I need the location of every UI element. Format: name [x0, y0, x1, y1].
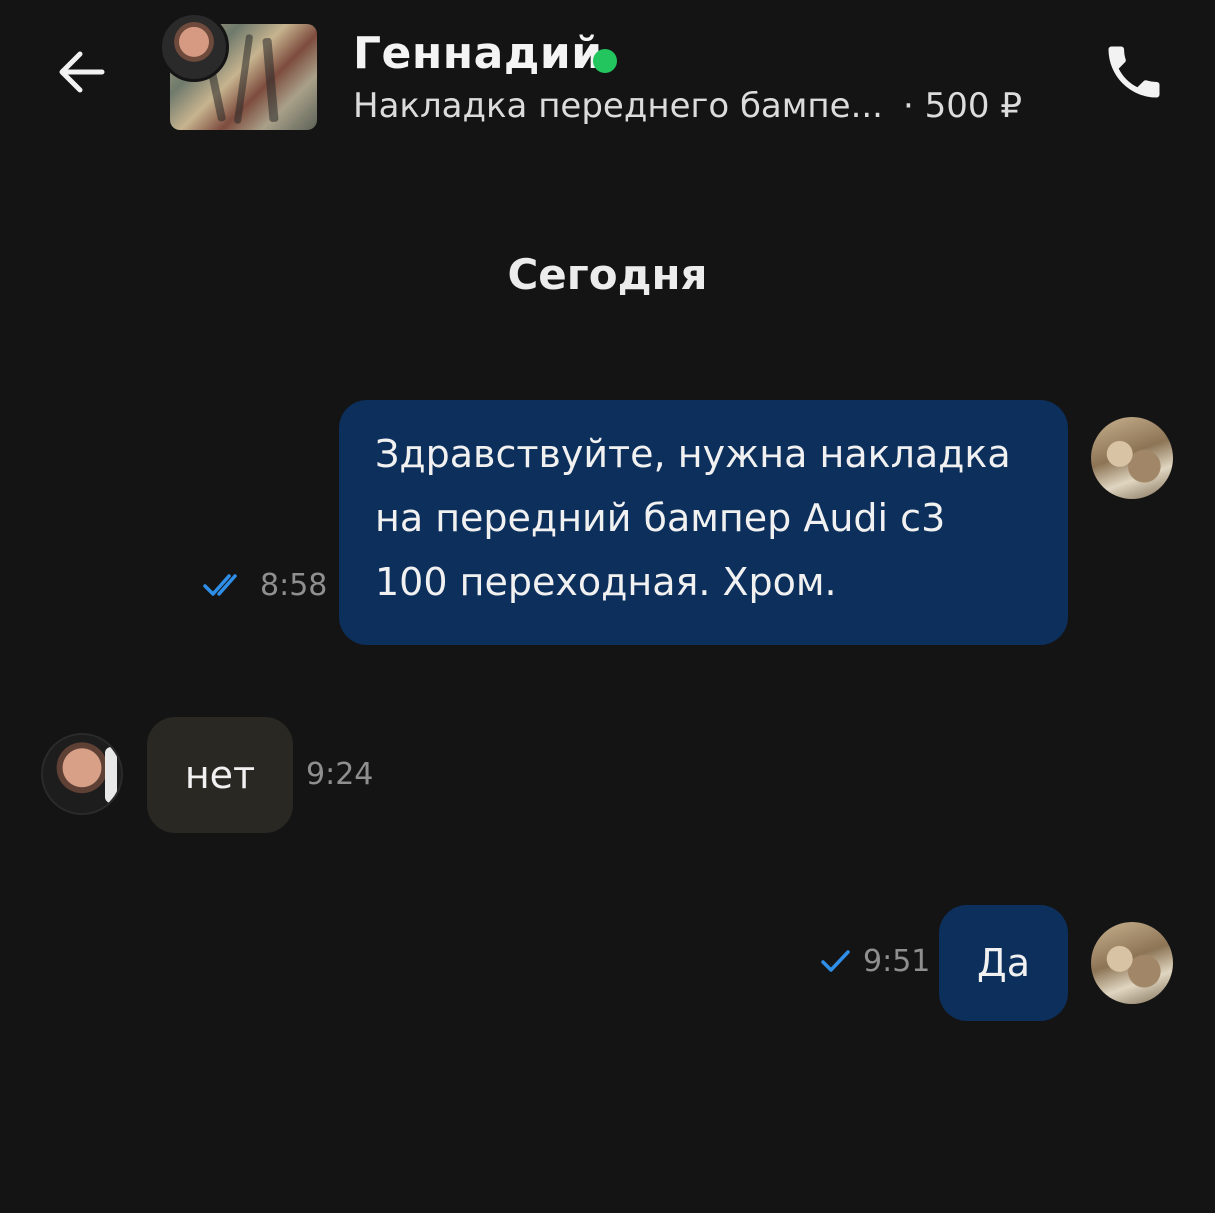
- chat-header: Геннадий Накладка переднего бампе... · 5…: [0, 0, 1215, 152]
- message-text-line: на передний бампер Audi c3: [375, 496, 946, 540]
- seller-avatar[interactable]: [41, 733, 123, 815]
- message-time: 9:51: [863, 944, 931, 979]
- message-time: 9:24: [306, 757, 374, 792]
- seller-name[interactable]: Геннадий: [353, 28, 603, 79]
- online-status-indicator: [593, 49, 617, 73]
- listing-price: · 500 ₽: [903, 86, 1022, 126]
- back-button[interactable]: [52, 42, 112, 102]
- message-time: 8:58: [260, 568, 328, 603]
- chat-screen: Геннадий Накладка переднего бампе... · 5…: [0, 0, 1215, 1213]
- message-bubble-outgoing[interactable]: Здравствуйте, нужна накладка на передний…: [339, 400, 1068, 645]
- check-icon: [820, 948, 852, 978]
- call-button[interactable]: [1100, 38, 1168, 106]
- my-avatar: [1091, 417, 1173, 499]
- phone-icon: [1108, 46, 1160, 98]
- message-bubble-outgoing[interactable]: Да: [939, 905, 1068, 1021]
- date-separator: Сегодня: [507, 250, 708, 299]
- listing-title[interactable]: Накладка переднего бампе...: [353, 86, 883, 126]
- seller-avatar-small[interactable]: [159, 12, 229, 82]
- message-bubble-incoming[interactable]: нет: [147, 717, 293, 833]
- my-avatar: [1091, 922, 1173, 1004]
- message-text-line: 100 переходная. Хром.: [375, 560, 837, 604]
- arrow-left-icon: [59, 51, 105, 93]
- message-text-line: Здравствуйте, нужна накладка: [375, 432, 1011, 476]
- double-check-icon: [203, 572, 247, 602]
